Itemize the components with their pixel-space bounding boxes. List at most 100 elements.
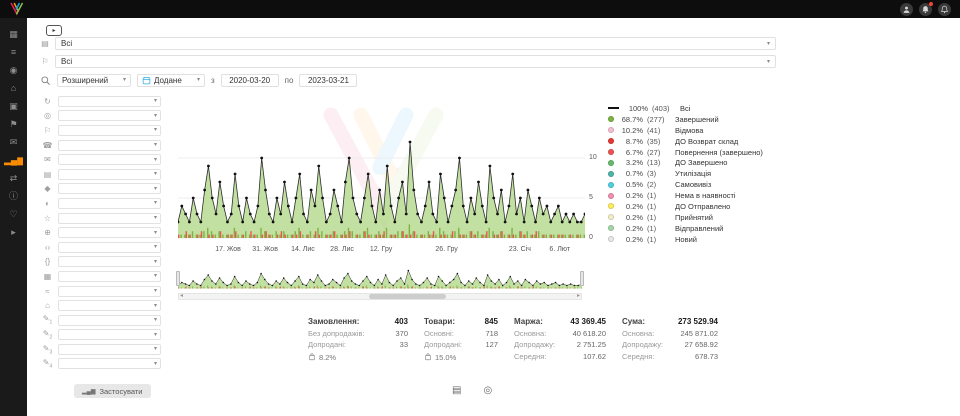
filter-number: 3 xyxy=(49,349,52,355)
calendar-icon xyxy=(142,76,151,85)
globe-view-toggle[interactable]: ◎ xyxy=(483,385,492,396)
filter-select-angle-brackets[interactable]: ▾ xyxy=(58,242,161,253)
app-logo-icon[interactable] xyxy=(9,2,25,16)
nav-tags-icon[interactable]: ⚑ xyxy=(4,117,23,131)
stats-sub-value: 127 xyxy=(485,340,498,349)
filter-select-target[interactable]: ▾ xyxy=(58,110,161,121)
alerts-button[interactable] xyxy=(938,3,951,16)
legend-count: (1) xyxy=(647,224,671,233)
legend-item[interactable]: 0.2%(1)Нема в наявності xyxy=(608,190,778,201)
profile-button[interactable] xyxy=(900,3,913,16)
filter-select-pencil-4[interactable]: ▾ xyxy=(58,358,161,369)
legend-percent: 6.7% xyxy=(618,148,643,157)
home-icon: ⌂ xyxy=(42,301,53,310)
nav-dashboard-icon[interactable]: ▦ xyxy=(4,27,23,41)
date-from-input[interactable]: 2020-03-20 xyxy=(221,74,279,87)
stats-sub-row: Основні:718 xyxy=(424,329,498,338)
nav-products-icon[interactable]: ▣ xyxy=(4,99,23,113)
legend-item[interactable]: 0.2%(1)Прийнятий xyxy=(608,212,778,223)
legend-count: (1) xyxy=(647,202,671,211)
nav-marketing-icon[interactable]: ✉ xyxy=(4,135,23,149)
legend-item[interactable]: 0.5%(2)Самовивіз xyxy=(608,179,778,190)
filter-select-plus-circle[interactable]: ▾ xyxy=(58,227,161,238)
stats-sub-label: Без допродажів: xyxy=(308,329,365,338)
filter-row-star: ☆▾ xyxy=(27,211,167,226)
legend-label: Прийнятий xyxy=(675,213,713,222)
legend-swatch xyxy=(608,214,614,220)
stats-column: Маржа:43 369.45Основна:40 618.20Допродаж… xyxy=(514,317,606,363)
filter-select-pencil-1[interactable]: ▾ xyxy=(58,315,161,326)
legend-item[interactable]: 0.7%(3)Утилізація xyxy=(608,168,778,179)
legend-item[interactable]: 100%(403)Всі xyxy=(608,103,778,114)
stats-sub-label: Допродані: xyxy=(308,340,346,349)
search-mode-select[interactable]: Розширений ▾ xyxy=(57,74,131,87)
filter-select-flag[interactable]: ▾ xyxy=(58,125,161,136)
nav-loyalty-icon[interactable]: ♡ xyxy=(4,207,23,221)
status-group-select[interactable]: Всі ▾ xyxy=(55,37,776,50)
scrollbar-thumb[interactable] xyxy=(369,294,446,299)
filter-select-diamond[interactable]: ▾ xyxy=(58,183,161,194)
nav-integrations-icon[interactable]: ⇄ xyxy=(4,171,23,185)
chevron-down-icon: ▾ xyxy=(154,142,157,148)
filter-select-pencil-2[interactable]: ▾ xyxy=(58,329,161,340)
stats-title: Товари: xyxy=(424,317,455,326)
filter-select-mail[interactable]: ▾ xyxy=(58,154,161,165)
stats-sub-label: Допродажу: xyxy=(514,340,555,349)
date-to-input[interactable]: 2023-03-21 xyxy=(299,74,357,87)
brush-handle-left[interactable] xyxy=(176,271,180,286)
legend-item[interactable]: 10.2%(41)Відмова xyxy=(608,125,778,136)
filter-row-angle-brackets: ‹›▾ xyxy=(27,240,167,255)
nav-orders-icon[interactable]: ≡ xyxy=(4,45,23,59)
filter-select-refresh[interactable]: ▾ xyxy=(58,96,161,107)
source-select[interactable]: Всі ▾ xyxy=(55,55,776,68)
nav-store-icon[interactable]: ⌂ xyxy=(4,81,23,95)
chart-scrollbar[interactable]: ◂ ▸ xyxy=(178,293,582,300)
select-value: Розширений xyxy=(62,76,108,85)
chevron-down-icon: ▾ xyxy=(154,346,157,352)
bell-icon xyxy=(921,5,930,14)
video-help-button[interactable]: ▸ xyxy=(46,25,62,36)
legend-swatch xyxy=(608,236,614,242)
filter-select-star[interactable]: ▾ xyxy=(58,213,161,224)
legend-count: (41) xyxy=(647,126,671,135)
stats-column: Замовлення:403Без допродажів:370Допродан… xyxy=(308,317,408,363)
tilde-icon: ≈ xyxy=(42,287,53,296)
legend-item[interactable]: 8.7%(35)ДО Возврат склад xyxy=(608,136,778,147)
legend-item[interactable]: 0.2%(1)Відправлений xyxy=(608,223,778,234)
filter-select-braces[interactable]: ▾ xyxy=(58,256,161,267)
stats-sub-value: 33 xyxy=(400,340,408,349)
nav-info-icon[interactable]: ⓘ xyxy=(4,189,23,203)
legend-item[interactable]: 6.7%(27)Повернення (завершено) xyxy=(608,147,778,158)
pencil-1-icon: ✎1 xyxy=(42,314,53,326)
filter-number: 4 xyxy=(49,364,52,370)
filter-select-home[interactable]: ▾ xyxy=(58,300,161,311)
search-icon[interactable] xyxy=(40,75,51,86)
list-view-toggle[interactable]: ▤ xyxy=(452,385,461,396)
legend-item[interactable]: 68.7%(277)Завершений xyxy=(608,114,778,125)
chevron-down-icon: ▾ xyxy=(197,77,200,83)
legend-count: (13) xyxy=(647,158,671,167)
date-field-select[interactable]: Додане ▾ xyxy=(137,74,205,87)
scroll-left-icon[interactable]: ◂ xyxy=(180,293,183,300)
brush-handle-right[interactable] xyxy=(580,271,584,286)
scroll-right-icon[interactable]: ▸ xyxy=(577,293,580,300)
nav-tutorials-icon[interactable]: ▸ xyxy=(4,225,23,239)
filter-select-pencil-3[interactable]: ▾ xyxy=(58,344,161,355)
filter-select-grid[interactable]: ▾ xyxy=(58,271,161,282)
filter-select-phone[interactable]: ▾ xyxy=(58,140,161,151)
funnel-icon: ⚐ xyxy=(40,57,50,66)
filter-select-rows[interactable]: ▾ xyxy=(58,169,161,180)
refresh-icon: ↻ xyxy=(42,97,53,106)
stats-sub-row: Допродажу: 2 751.25 xyxy=(514,340,606,349)
nav-analytics-icon[interactable]: ▂▄▆ xyxy=(4,153,23,167)
select-value: Всі xyxy=(61,57,72,66)
legend-item[interactable]: 3.2%(13)ДО Завершено xyxy=(608,157,778,168)
filter-select-half-circle[interactable]: ▾ xyxy=(58,198,161,209)
legend-item[interactable]: 0.2%(1)Новий xyxy=(608,234,778,245)
filter-select-tilde[interactable]: ▾ xyxy=(58,286,161,297)
legend-item[interactable]: 0.2%(1)ДО Отправлено xyxy=(608,201,778,212)
nav-customers-icon[interactable]: ◉ xyxy=(4,63,23,77)
apply-button[interactable]: ▂▄▆ Застосувати xyxy=(74,384,151,398)
notifications-button[interactable] xyxy=(919,3,932,16)
stats-sub-value: 2 751.25 xyxy=(577,340,606,349)
